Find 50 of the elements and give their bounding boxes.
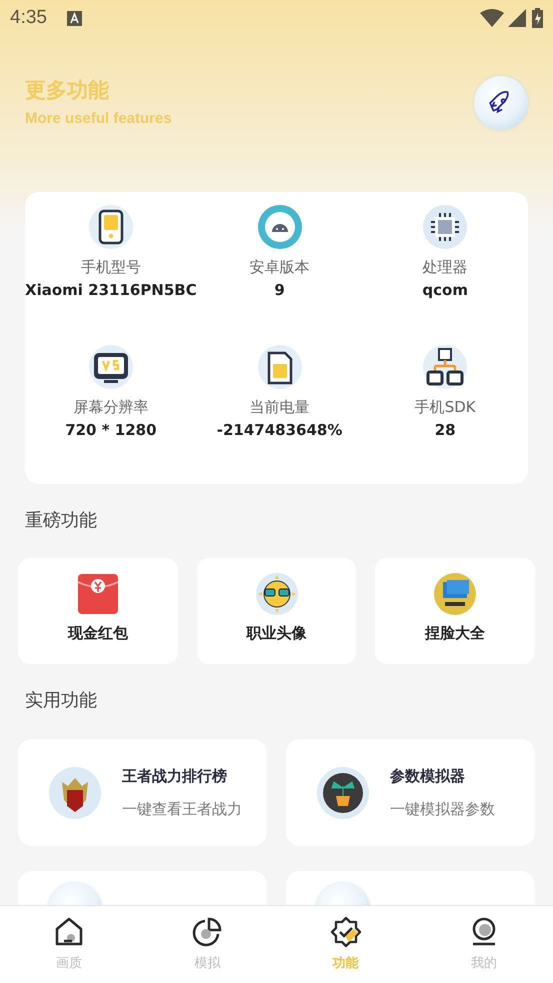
- utility-subtitle: 一键查看王者战力: [122, 800, 242, 818]
- utility-card[interactable]: 王者战力排行榜 一键查看王者战力: [18, 739, 267, 846]
- wifi-icon: [480, 9, 504, 27]
- envelope-icon: [76, 572, 120, 616]
- info-value: qcom: [422, 281, 468, 299]
- utility-title: 参数模拟器: [390, 766, 466, 786]
- network-icon: [422, 344, 468, 390]
- utility-title: 王者战力排行榜: [122, 766, 228, 786]
- info-label: 屏幕分辨率: [73, 398, 148, 417]
- info-label: 安卓版本: [250, 258, 310, 277]
- chip-icon: [422, 204, 468, 250]
- utility-card[interactable]: [286, 871, 535, 906]
- signal-icon: [508, 9, 526, 27]
- potted-plant-icon: [316, 766, 370, 820]
- rocket-button[interactable]: [474, 76, 528, 130]
- page-subtitle: More useful features: [25, 110, 172, 127]
- helmet-icon: [48, 766, 102, 820]
- info-value: -2147483648%: [216, 421, 342, 439]
- feature-label: 现金红包: [68, 624, 128, 643]
- info-label: 手机型号: [80, 258, 141, 277]
- android-icon: [256, 204, 303, 250]
- feature-label: 职业头像: [246, 624, 306, 643]
- check-badge-icon: [330, 916, 362, 948]
- battery-status-icon: [532, 8, 543, 28]
- feature-card[interactable]: 职业头像: [196, 558, 356, 664]
- feature-label: 捏脸大全: [425, 624, 486, 643]
- info-value: 28: [434, 421, 456, 439]
- info-label: 当前电量: [250, 398, 310, 417]
- section-heading: 重磅功能: [24, 509, 98, 533]
- info-value: 9: [274, 281, 285, 299]
- pie-chart-icon: [191, 916, 224, 948]
- monitor-icon: [88, 344, 134, 390]
- feature-card[interactable]: 现金红包: [18, 558, 178, 664]
- info-label: 手机SDK: [414, 398, 476, 417]
- battery-icon: [256, 344, 303, 390]
- info-value: 720 * 1280: [65, 421, 157, 439]
- utility-subtitle: 一键模拟器参数: [390, 800, 495, 818]
- page-title: 更多功能: [25, 77, 110, 104]
- info-value: Xiaomi 23116PN5BC: [25, 281, 197, 299]
- keyboard-icon: [66, 10, 82, 26]
- feature-card[interactable]: 捏脸大全: [375, 558, 536, 664]
- computer-icon: [433, 572, 478, 616]
- utility-card[interactable]: [18, 871, 267, 906]
- sun-sunglasses-icon: [254, 572, 298, 616]
- phone-icon: [88, 204, 134, 250]
- info-label: 处理器: [422, 258, 468, 277]
- status-time: 4:35: [10, 7, 47, 29]
- home-icon: [53, 916, 86, 948]
- utility-card[interactable]: 参数模拟器 一键模拟器参数: [286, 739, 535, 846]
- section-heading: 实用功能: [24, 689, 98, 713]
